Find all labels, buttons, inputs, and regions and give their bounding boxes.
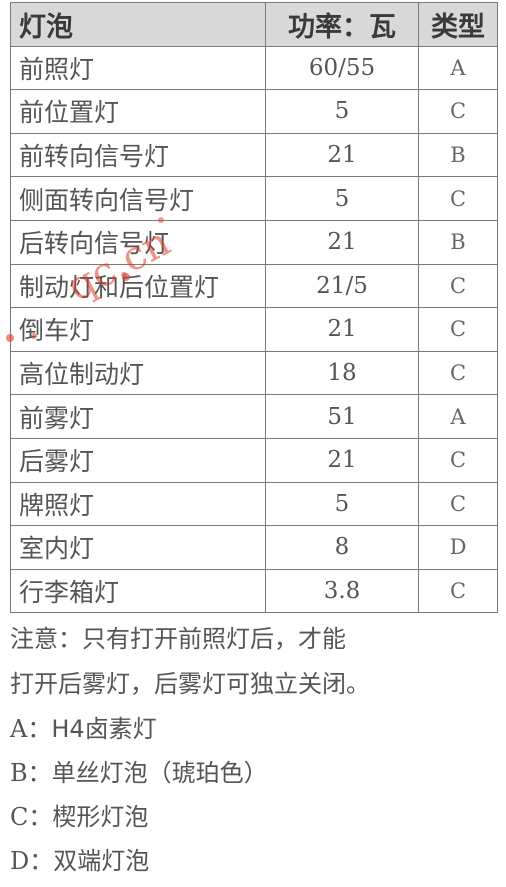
bulb-type: B xyxy=(418,132,498,178)
table-row: 制动灯和后位置灯 21/5 C xyxy=(10,263,498,309)
bulb-type: C xyxy=(418,263,498,309)
bulb-name: 侧面转向信号灯 xyxy=(10,176,266,221)
bulb-type: C xyxy=(418,481,498,527)
table-row: 倒车灯 21 C xyxy=(10,307,498,352)
table-row: 行李箱灯 3.8 C xyxy=(10,568,498,614)
legend-text: H4卤素灯 xyxy=(51,715,157,743)
legend-item-d: D：双端灯泡 xyxy=(10,839,500,883)
table-row: 前位置灯 5 C xyxy=(10,89,498,134)
bulb-spec-page: 灯泡 功率：瓦 类型 前照灯 60/55 A 前位置灯 5 C 前转向信号灯 2… xyxy=(0,0,506,887)
bulb-name: 室内灯 xyxy=(10,525,266,570)
table-row: 高位制动灯 18 C xyxy=(10,350,498,396)
table-row: 牌照灯 5 C xyxy=(10,481,498,527)
bulb-type: C xyxy=(418,350,498,396)
header-bulb: 灯泡 xyxy=(10,2,266,47)
bulb-name: 高位制动灯 xyxy=(10,350,266,396)
legend-key: A： xyxy=(10,715,52,743)
bulb-power: 3.8 xyxy=(265,568,419,614)
bulb-name: 牌照灯 xyxy=(10,481,266,527)
bulb-name: 前雾灯 xyxy=(10,394,266,439)
bulb-name: 前转向信号灯 xyxy=(10,132,266,178)
bulb-name: 行李箱灯 xyxy=(10,568,266,614)
bulb-power: 60/55 xyxy=(265,45,419,91)
bulb-name: 倒车灯 xyxy=(10,307,266,352)
bulb-power: 5 xyxy=(265,481,419,527)
bulb-name: 前照灯 xyxy=(10,45,266,91)
table-row: 前雾灯 51 A xyxy=(10,394,498,439)
table-row: 前照灯 60/55 A xyxy=(10,45,498,91)
table-row: 室内灯 8 D xyxy=(10,525,498,570)
note-line-1: 注意：只有打开前照灯后，才能 xyxy=(10,625,346,653)
bulb-table: 灯泡 功率：瓦 类型 前照灯 60/55 A 前位置灯 5 C 前转向信号灯 2… xyxy=(10,2,498,614)
bulb-power: 21 xyxy=(265,132,419,178)
bulb-type: A xyxy=(418,45,498,91)
bulb-type: B xyxy=(418,219,498,265)
table-row: 后雾灯 21 C xyxy=(10,437,498,483)
bulb-name: 制动灯和后位置灯 xyxy=(10,263,266,309)
header-power: 功率：瓦 xyxy=(265,2,419,47)
legend-item-c: C：楔形灯泡 xyxy=(10,795,500,839)
bulb-power: 21 xyxy=(265,437,419,483)
bulb-type: C xyxy=(418,176,498,221)
legend-item-b: B：单丝灯泡（琥珀色） xyxy=(10,751,500,795)
bulb-power: 5 xyxy=(265,89,419,134)
bulb-type: D xyxy=(418,525,498,570)
bulb-name: 前位置灯 xyxy=(10,89,266,134)
bulb-type: C xyxy=(418,307,498,352)
bulb-power: 21 xyxy=(265,307,419,352)
note-line-2: 打开后雾灯，后雾灯可独立关闭。 xyxy=(10,670,370,698)
legend-key: D： xyxy=(10,847,54,875)
bulb-power: 18 xyxy=(265,350,419,396)
bulb-type: C xyxy=(418,89,498,134)
table-row: 前转向信号灯 21 B xyxy=(10,132,498,178)
bulb-power: 21/5 xyxy=(265,263,419,309)
bulb-power: 21 xyxy=(265,219,419,265)
table-row: 后转向信号灯 21 B xyxy=(10,219,498,265)
bulb-type: C xyxy=(418,568,498,614)
legend-text: 楔形灯泡 xyxy=(52,803,149,831)
table-row: 侧面转向信号灯 5 C xyxy=(10,176,498,221)
legend-text: 单丝灯泡（琥珀色） xyxy=(51,759,268,787)
legend-key: C： xyxy=(10,803,53,831)
legend-key: B： xyxy=(10,759,52,787)
header-type: 类型 xyxy=(418,2,498,47)
table-header-row: 灯泡 功率：瓦 类型 xyxy=(10,2,498,47)
bulb-type: A xyxy=(418,394,498,439)
legend-item-a: A：H4卤素灯 xyxy=(10,707,500,751)
bulb-name: 后转向信号灯 xyxy=(10,219,266,265)
bulb-name: 后雾灯 xyxy=(10,437,266,483)
bulb-type: C xyxy=(418,437,498,483)
bulb-power: 8 xyxy=(265,525,419,570)
legend-text: 双端灯泡 xyxy=(53,847,150,875)
bulb-power: 51 xyxy=(265,394,419,439)
bulb-power: 5 xyxy=(265,176,419,221)
notes-section: 注意：只有打开前照灯后，才能 打开后雾灯，后雾灯可独立关闭。 A：H4卤素灯 B… xyxy=(10,617,500,883)
